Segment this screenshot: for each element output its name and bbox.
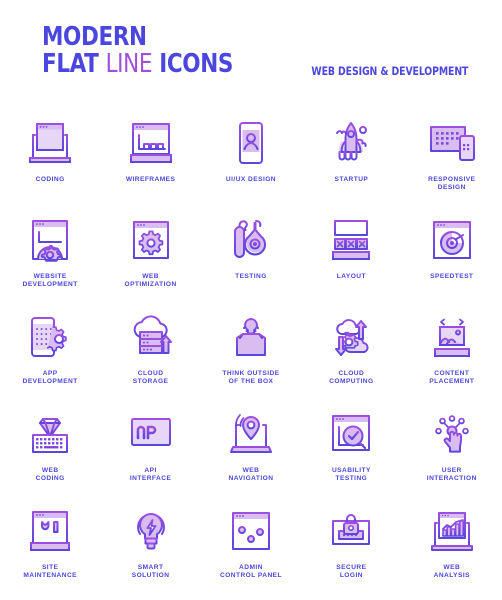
icon-cell-cloud-storage[interactable]: CLOUD STORAGE xyxy=(100,306,200,403)
icon-cell-smart-solution[interactable]: SMART SOLUTION xyxy=(100,500,200,597)
icon-label: CLOUD COMPUTING xyxy=(329,370,374,386)
icon-cell-web-optimization[interactable]: WEB OPTIMIZATION xyxy=(100,209,200,306)
icon-label: RESPONSIVE DESIGN xyxy=(428,176,476,192)
browser-tools-icon xyxy=(22,504,78,560)
browser-cog-icon xyxy=(123,213,179,269)
laptop-location-pin-icon xyxy=(223,407,279,463)
box-lightbulb-icon xyxy=(223,310,279,366)
icon-cell-speedtest[interactable]: SPEEDTEST xyxy=(402,209,502,306)
title-word-modern: MODERN xyxy=(42,22,147,52)
icon-cell-ui-ux-design[interactable]: UI/UX DESIGN xyxy=(201,112,301,209)
lightbulb-bolt-icon xyxy=(123,504,179,560)
icon-cell-api-interface[interactable]: API INTERFACE xyxy=(100,403,200,500)
monitor-phone-icon xyxy=(424,116,480,172)
icon-cell-startup[interactable]: STARTUP xyxy=(301,112,401,209)
icon-label: LAYOUT xyxy=(336,273,366,280)
monitor-padlock-icon xyxy=(323,504,379,560)
icon-label: TESTING xyxy=(235,273,267,280)
icon-cell-cloud-computing[interactable]: CLOUD COMPUTING xyxy=(301,306,401,403)
icon-label: USABILITY TESTING xyxy=(331,467,371,483)
icon-label: WEB ANALYSIS xyxy=(433,564,470,580)
icon-cell-admin-control-panel[interactable]: ADMIN CONTROL PANEL xyxy=(201,500,301,597)
icon-label: STARTUP xyxy=(334,176,369,183)
icon-label: WEBSITE DEVELOPMENT xyxy=(22,273,78,289)
phone-user-profile-icon xyxy=(223,116,279,172)
title-word-line: LINE xyxy=(105,49,153,79)
icon-label: WEB OPTIMIZATION xyxy=(124,273,177,289)
icon-label: WIREFRAMES xyxy=(125,176,176,183)
icon-cell-coding[interactable]: CODING xyxy=(0,112,100,209)
icon-cell-web-coding[interactable]: WEB CODING xyxy=(0,403,100,500)
icon-cell-responsive-design[interactable]: RESPONSIVE DESIGN xyxy=(402,112,502,209)
icon-cell-user-interaction[interactable]: USER INTERACTION xyxy=(402,403,502,500)
icon-label: APP DEVELOPMENT xyxy=(22,370,78,386)
diamond-keyboard-icon xyxy=(22,407,78,463)
icon-grid: CODING WIREFRAMES UI/UX DESIGN STARTUP R… xyxy=(0,112,502,597)
icon-cell-app-development[interactable]: APP DEVELOPMENT xyxy=(0,306,100,403)
laptop-bar-chart-icon xyxy=(424,504,480,560)
browser-speedometer-icon xyxy=(424,213,480,269)
page-title: MODERN FLAT LINE ICONS xyxy=(42,24,250,78)
title-word-flat: FLAT xyxy=(42,49,99,79)
header: MODERN FLAT LINE ICONS WEB DESIGN & DEVE… xyxy=(0,0,502,100)
title-word-icons: ICONS xyxy=(159,49,234,79)
icon-label: WEB CODING xyxy=(35,467,65,483)
icon-label: SMART SOLUTION xyxy=(131,564,170,580)
laptop-code-icon xyxy=(22,116,78,172)
icon-label: CONTENT PLACEMENT xyxy=(429,370,475,386)
icon-label: UI/UX DESIGN xyxy=(225,176,277,183)
rocket-launch-icon xyxy=(323,116,379,172)
icon-label: SPEEDTEST xyxy=(430,273,474,280)
icon-label: CODING xyxy=(35,176,65,183)
browser-sliders-icon xyxy=(223,504,279,560)
icon-label: CLOUD STORAGE xyxy=(132,370,169,386)
image-measure-ruler-icon xyxy=(424,310,480,366)
browser-magnifier-check-icon xyxy=(323,407,379,463)
phone-gear-icon xyxy=(22,310,78,366)
icon-cell-usability-testing[interactable]: USABILITY TESTING xyxy=(301,403,401,500)
icon-cell-think-outside-box[interactable]: THINK OUTSIDE OF THE BOX xyxy=(201,306,301,403)
browser-gear-icon xyxy=(22,213,78,269)
test-tube-flask-icon xyxy=(223,213,279,269)
icon-cell-testing[interactable]: TESTING xyxy=(201,209,301,306)
icon-label: THINK OUTSIDE OF THE BOX xyxy=(222,370,280,386)
title-line-2: FLAT LINE ICONS xyxy=(42,51,233,78)
icon-label: API INTERFACE xyxy=(129,467,172,483)
monitor-api-icon xyxy=(123,407,179,463)
icon-cell-website-development[interactable]: WEBSITE DEVELOPMENT xyxy=(0,209,100,306)
icon-cell-wireframes[interactable]: WIREFRAMES xyxy=(100,112,200,209)
wireframe-browser-ruler-icon xyxy=(123,116,179,172)
icon-cell-secure-login[interactable]: SECURE LOGIN xyxy=(301,500,401,597)
icon-cell-web-navigation[interactable]: WEB NAVIGATION xyxy=(201,403,301,500)
header-subtitle: WEB DESIGN & DEVELOPMENT xyxy=(311,64,468,78)
icon-cell-web-analysis[interactable]: WEB ANALYSIS xyxy=(402,500,502,597)
icon-label: ADMIN CONTROL PANEL xyxy=(219,564,282,580)
icon-cell-site-maintenance[interactable]: SITE MAINTENANCE xyxy=(0,500,100,597)
icon-label: SECURE LOGIN xyxy=(336,564,367,580)
cloud-server-upload-icon xyxy=(123,310,179,366)
title-line-1: MODERN xyxy=(42,24,233,51)
hand-touch-network-icon xyxy=(424,407,480,463)
icon-label: USER INTERACTION xyxy=(426,467,477,483)
icon-label: WEB NAVIGATION xyxy=(228,467,274,483)
icon-label: SITE MAINTENANCE xyxy=(23,564,78,580)
layout-grid-icon xyxy=(323,213,379,269)
icon-cell-content-placement[interactable]: CONTENT PLACEMENT xyxy=(402,306,502,403)
icon-cell-layout[interactable]: LAYOUT xyxy=(301,209,401,306)
cloud-gear-arrows-icon xyxy=(323,310,379,366)
icon-set-page: MODERN FLAT LINE ICONS WEB DESIGN & DEVE… xyxy=(0,0,502,600)
